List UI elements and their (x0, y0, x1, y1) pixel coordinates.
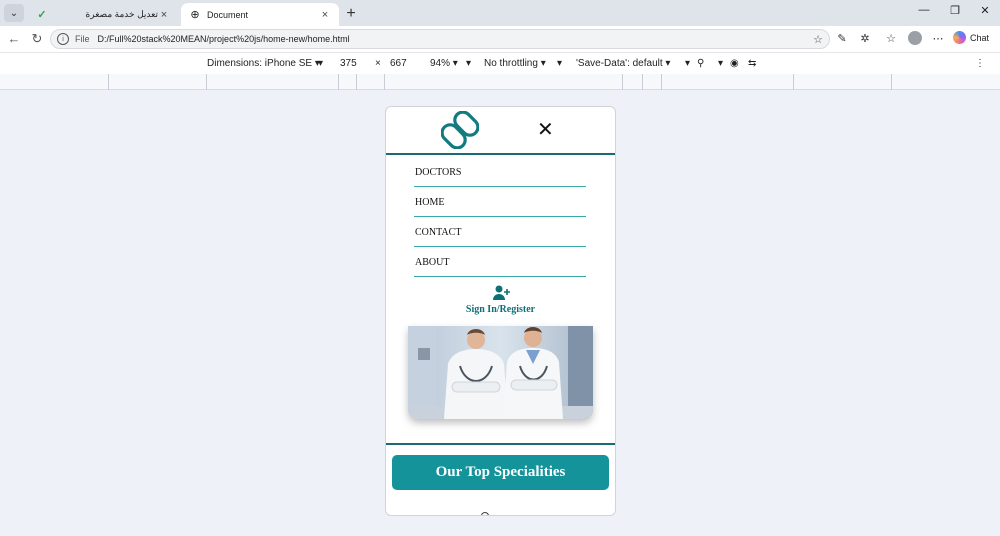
star-icon[interactable]: ☆ (813, 33, 823, 46)
url-scheme: File (75, 34, 90, 44)
more-options-icon[interactable]: ⋮ (975, 58, 985, 69)
chevron-down-icon[interactable]: ▾ (318, 58, 323, 69)
save-data-select[interactable]: 'Save-Data': default ▾ (576, 58, 670, 69)
chat-button[interactable]: Chat (953, 31, 989, 44)
back-icon[interactable]: ← (6, 31, 22, 46)
window-close-icon[interactable]: ✕ (978, 4, 992, 17)
maximize-icon[interactable]: ❐ (948, 4, 962, 17)
menu-item-home[interactable]: HOME (414, 187, 586, 217)
menu-item-about[interactable]: ABOUT (414, 247, 586, 277)
section-divider (386, 443, 615, 445)
signin-label: Sign In/Register (465, 304, 536, 315)
loading-indicator (481, 512, 489, 515)
user-plus-icon (492, 285, 510, 300)
link-icon[interactable]: ⚲ (697, 58, 704, 69)
favorites-icon[interactable]: ☆ (884, 32, 898, 45)
minimize-icon[interactable]: — (917, 4, 931, 16)
pen-icon[interactable]: ✎ (835, 32, 849, 45)
clinic-logo-icon[interactable] (441, 111, 479, 149)
info-icon[interactable]: i (57, 33, 69, 45)
media-query-ruler (0, 74, 1000, 90)
chevron-down-icon[interactable]: ▾ (685, 58, 690, 69)
close-menu-icon[interactable]: ✕ (537, 119, 554, 139)
chevron-down-icon[interactable]: ▾ (718, 58, 723, 69)
tab-strip: ⌄ ✓ تعديل خدمة مصغرة × ⊕ Document × + — … (0, 0, 1000, 26)
globe-icon: ⊕ (190, 9, 200, 21)
throttling-select[interactable]: No throttling ▾ (484, 58, 546, 69)
height-input[interactable]: 667 (390, 58, 407, 69)
tab-title: Document (207, 9, 249, 20)
tab-title: تعديل خدمة مصغرة (85, 9, 158, 19)
tab-close-icon[interactable]: × (158, 9, 170, 21)
chevron-down-icon[interactable]: ▾ (557, 58, 562, 69)
chat-label: Chat (970, 32, 990, 43)
zoom-select[interactable]: 94% ▾ (430, 58, 458, 69)
site-favicon-icon: ✓ (37, 9, 47, 21)
width-input[interactable]: 375 (340, 58, 357, 69)
tab-search-button[interactable]: ⌄ (4, 4, 24, 22)
signin-register-link[interactable]: Sign In/Register (386, 285, 615, 315)
eye-icon[interactable]: ◉ (730, 58, 739, 69)
extensions-icon[interactable]: ✲ (858, 32, 872, 45)
new-tab-button[interactable]: + (344, 5, 358, 23)
device-toolbar: Dimensions: iPhone SE ▾ ▾ 375 × 667 94% … (0, 52, 1000, 74)
times-sign: × (375, 58, 381, 69)
address-bar[interactable]: i File D:/Full%20stack%20MEAN/project%20… (50, 29, 830, 49)
rotate-icon[interactable]: ⇆ (748, 58, 756, 69)
menu-item-contact[interactable]: CONTACT (414, 217, 586, 247)
copilot-icon (953, 31, 966, 44)
site-header: ✕ (386, 107, 615, 155)
menu-item-doctors[interactable]: DOCTORS (414, 157, 586, 187)
mobile-viewport: ✕ DOCTORS HOME CONTACT ABOUT Sign In/Reg… (385, 106, 616, 516)
chevron-down-icon[interactable]: ▾ (466, 58, 471, 69)
more-icon[interactable]: ⋯ (931, 32, 945, 45)
tab-close-icon[interactable]: × (319, 9, 331, 21)
doctors-hero-image (408, 326, 593, 419)
tab-inactive[interactable]: ✓ تعديل خدمة مصغرة × (28, 3, 178, 26)
url-text[interactable]: D:/Full%20stack%20MEAN/project%20js/home… (98, 34, 350, 44)
reload-icon[interactable]: ↻ (29, 31, 45, 47)
profile-avatar[interactable] (908, 31, 922, 45)
nav-menu: DOCTORS HOME CONTACT ABOUT (414, 157, 586, 277)
top-specialities-button[interactable]: Our Top Specialities (392, 455, 609, 490)
tab-active[interactable]: ⊕ Document × (181, 3, 339, 26)
device-dimensions-select[interactable]: Dimensions: iPhone SE ▾ (207, 58, 320, 69)
